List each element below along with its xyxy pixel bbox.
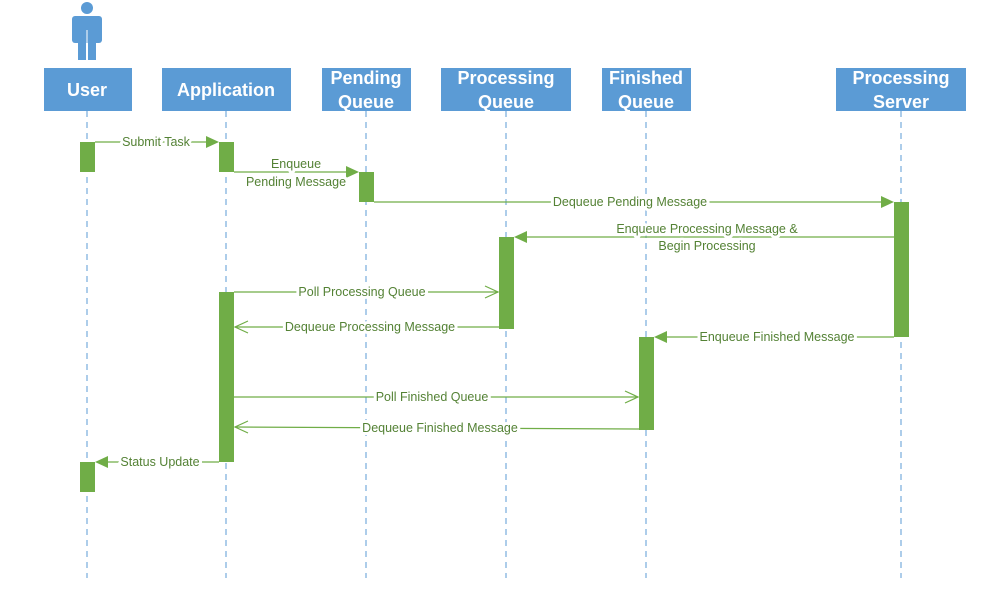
- message-label: Begin Processing: [658, 239, 755, 253]
- message-label: Submit Task: [122, 135, 191, 149]
- arrowhead-filled-icon: [654, 331, 667, 343]
- person-icon: [72, 2, 102, 60]
- message-label: Poll Finished Queue: [376, 390, 489, 404]
- message-enqueue-finished: Enqueue Finished Message: [654, 327, 894, 347]
- activation-bar: [359, 172, 374, 202]
- message-label: Enqueue: [271, 157, 321, 171]
- message-label: Status Update: [120, 455, 199, 469]
- activation-bar: [499, 237, 514, 329]
- participant-application: Application: [162, 68, 291, 111]
- message-submit-task: Submit Task: [95, 132, 219, 152]
- message-poll-processing: Poll Processing Queue: [234, 282, 500, 302]
- participant-label: Finished: [609, 68, 683, 88]
- message-label: Enqueue Finished Message: [700, 330, 855, 344]
- participant-label: Server: [873, 92, 929, 112]
- message-dequeue-pending: Dequeue Pending Message: [374, 192, 894, 212]
- activations: [80, 142, 909, 492]
- participant-label: Queue: [338, 92, 394, 112]
- message-enqueue-processing: Enqueue Processing Message & Begin Proce…: [514, 219, 894, 256]
- message-enqueue-pending: Enqueue Pending Message: [234, 154, 359, 192]
- message-poll-finished: Poll Finished Queue: [234, 387, 640, 407]
- message-dequeue-processing: Dequeue Processing Message: [233, 317, 499, 337]
- lifelines: [86, 111, 902, 578]
- activation-bar: [219, 142, 234, 172]
- participant-pending-queue: Pending Queue: [322, 68, 411, 112]
- sequence-diagram: User Application Pending Queue Processin…: [44, 2, 966, 578]
- message-label: Enqueue Processing Message &: [616, 222, 798, 236]
- participant-label: Queue: [478, 92, 534, 112]
- participant-processing-server: Processing Server: [836, 68, 966, 112]
- activation-bar: [219, 292, 234, 462]
- arrowhead-filled-icon: [95, 456, 108, 468]
- arrowhead-filled-icon: [206, 136, 219, 148]
- message-dequeue-finished: Dequeue Finished Message: [233, 418, 640, 438]
- arrowhead-filled-icon: [514, 231, 527, 243]
- message-label: Dequeue Finished Message: [362, 421, 518, 435]
- participant-processing-queue: Processing Queue: [441, 68, 571, 112]
- message-status-update: Status Update: [95, 452, 219, 472]
- participant-label: Pending: [331, 68, 402, 88]
- activation-bar: [894, 202, 909, 337]
- participant-label: Application: [177, 80, 275, 100]
- message-label: Pending Message: [246, 175, 346, 189]
- message-label: Dequeue Pending Message: [553, 195, 707, 209]
- participant-user: User: [44, 68, 132, 111]
- participant-label: Queue: [618, 92, 674, 112]
- participant-label: User: [67, 80, 107, 100]
- arrowhead-filled-icon: [346, 166, 359, 178]
- arrowhead-filled-icon: [881, 196, 894, 208]
- activation-bar: [639, 337, 654, 430]
- activation-bar: [80, 462, 95, 492]
- participant-label: Processing: [852, 68, 949, 88]
- activation-bar: [80, 142, 95, 172]
- message-label: Dequeue Processing Message: [285, 320, 455, 334]
- participant-finished-queue: Finished Queue: [602, 68, 691, 112]
- message-label: Poll Processing Queue: [298, 285, 425, 299]
- participant-label: Processing: [457, 68, 554, 88]
